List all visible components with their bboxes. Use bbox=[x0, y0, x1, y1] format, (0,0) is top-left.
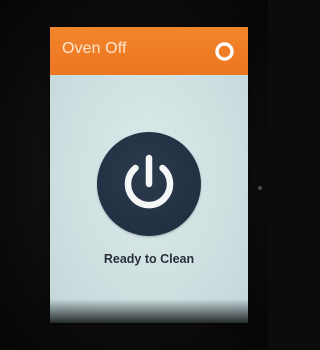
power-button[interactable] bbox=[97, 132, 201, 236]
oven-screen: Oven Off Ready to Clean bbox=[50, 27, 248, 323]
main-content: Ready to Clean bbox=[50, 75, 248, 323]
power-icon bbox=[124, 154, 174, 209]
screen-bottom-shade bbox=[50, 299, 248, 323]
device-frame: Oven Off Ready to Clean bbox=[0, 0, 268, 350]
status-text: Ready to Clean bbox=[103, 252, 195, 266]
page-title: Oven Off bbox=[62, 40, 127, 57]
header-bar: Oven Off bbox=[50, 27, 248, 75]
ring-icon-graphic bbox=[215, 42, 234, 61]
ring-icon[interactable] bbox=[214, 41, 235, 62]
bezel-glare bbox=[258, 186, 262, 190]
